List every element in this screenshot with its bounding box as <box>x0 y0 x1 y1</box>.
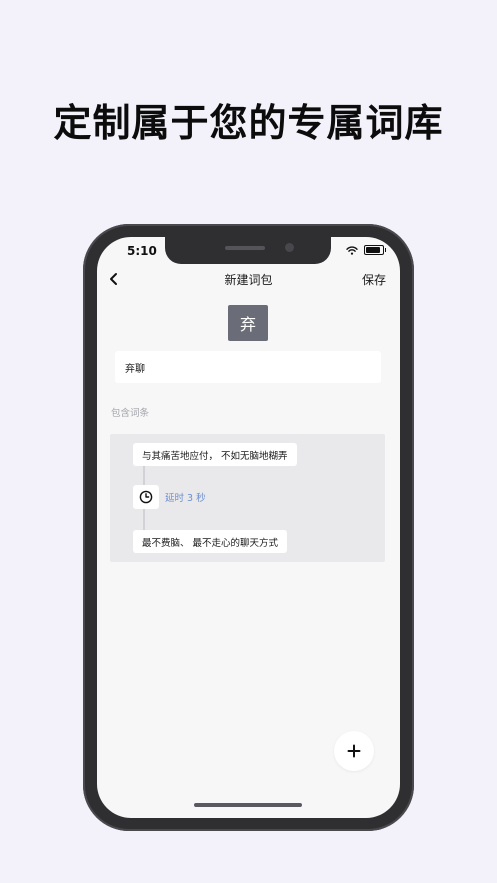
clock-icon <box>139 490 153 504</box>
entry-delay[interactable]: 延时 3 秒 <box>133 485 206 509</box>
pack-avatar[interactable]: 弃 <box>228 305 268 341</box>
home-indicator <box>194 803 302 807</box>
phone-screen: 5:10 新建词包 保存 弃 弃聊 包含词条 与其痛苦地应付， 不如无脑地糊弄 … <box>97 237 400 818</box>
save-button[interactable]: 保存 <box>362 271 386 288</box>
headline: 定制属于您的专属词库 <box>53 101 444 145</box>
speaker <box>225 246 265 250</box>
pack-avatar-char: 弃 <box>239 315 256 334</box>
entries-panel: 与其痛苦地应付， 不如无脑地糊弄 延时 3 秒 最不费脑、 最不走心的聊天方式 <box>110 434 385 562</box>
pack-name-value: 弃聊 <box>125 363 145 375</box>
section-label: 包含词条 <box>111 408 150 419</box>
phone-frame: 5:10 新建词包 保存 弃 弃聊 包含词条 与其痛苦地应付， 不如无脑地糊弄 … <box>83 224 414 831</box>
entry-bubble[interactable]: 最不费脑、 最不走心的聊天方式 <box>133 530 288 553</box>
navbar: 新建词包 保存 <box>97 268 400 292</box>
status-time: 5:10 <box>127 244 157 258</box>
front-camera <box>285 243 294 252</box>
entry-bubble[interactable]: 与其痛苦地应付， 不如无脑地糊弄 <box>133 443 297 466</box>
clock-box <box>133 485 159 509</box>
delay-text: 延时 3 秒 <box>165 493 206 504</box>
notch <box>165 237 331 264</box>
battery-icon <box>364 245 386 255</box>
entry-text: 最不费脑、 最不走心的聊天方式 <box>142 537 279 549</box>
status-icons <box>346 245 386 255</box>
add-entry-button[interactable] <box>334 731 374 771</box>
entry-text: 与其痛苦地应付， 不如无脑地糊弄 <box>142 450 288 462</box>
plus-icon <box>347 744 361 758</box>
page-title: 新建词包 <box>224 273 273 287</box>
wifi-icon <box>346 245 358 255</box>
pack-name-input[interactable]: 弃聊 <box>115 351 381 383</box>
